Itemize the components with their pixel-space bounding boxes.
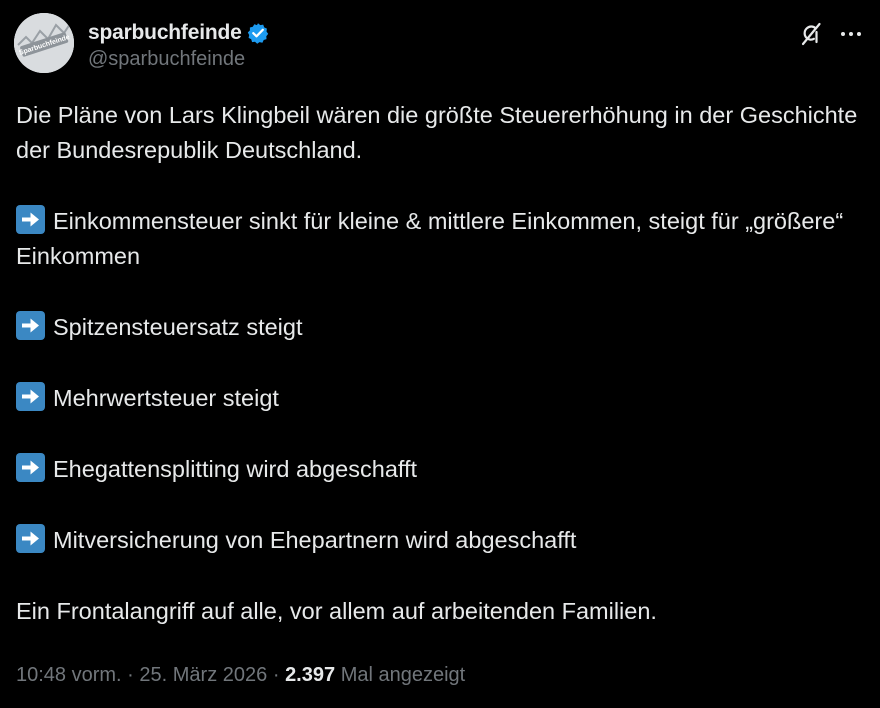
post-card: Sparbuchfeinde sparbuchfeinde @sparbuchf… [0,0,880,708]
bullet-item: Ehegattensplitting wird abgeschafft [16,452,866,487]
bullet-text: Mehrwertsteuer steigt [53,385,279,411]
bullet-text: Einkommensteuer sinkt für kleine & mittl… [16,208,844,269]
author-names: sparbuchfeinde @sparbuchfeinde [88,20,269,71]
post-intro: Die Pläne von Lars Klingbeil wären die g… [16,102,858,163]
bullet-item: Spitzensteuersatz steigt [16,310,866,345]
views-count: 2.397 [285,664,336,686]
bullet-item: Einkommensteuer sinkt für kleine & mittl… [16,204,866,274]
more-options-button[interactable] [836,19,866,49]
post-date[interactable]: 25. März 2026 [139,664,267,686]
verified-badge-icon[interactable] [247,22,269,44]
more-options-icon [841,32,861,36]
post-header: Sparbuchfeinde sparbuchfeinde @sparbuchf… [14,13,866,73]
author-handle[interactable]: @sparbuchfeinde [88,48,269,71]
arrow-right-emoji-icon [16,311,45,340]
bullet-text: Spitzensteuersatz steigt [53,314,303,340]
meta-separator: · [272,664,280,686]
post-meta: 10:48 vorm. · 25. März 2026 · 2.397 Mal … [16,664,465,687]
post-text: Die Pläne von Lars Klingbeil wären die g… [16,98,866,629]
views-label: Mal angezeigt [340,664,466,686]
display-name[interactable]: sparbuchfeinde [88,21,242,45]
bullet-item: Mitversicherung von Ehepartnern wird abg… [16,523,866,558]
arrow-right-emoji-icon [16,205,45,234]
arrow-right-emoji-icon [16,453,45,482]
arrow-right-emoji-icon [16,524,45,553]
avatar[interactable]: Sparbuchfeinde [14,13,74,73]
avatar-image: Sparbuchfeinde [14,13,74,73]
grok-button[interactable] [796,19,826,49]
bullet-text: Mitversicherung von Ehepartnern wird abg… [53,527,577,553]
display-name-row: sparbuchfeinde [88,20,269,46]
arrow-right-emoji-icon [16,382,45,411]
meta-separator: · [127,664,134,686]
bullet-item: Mehrwertsteuer steigt [16,381,866,416]
bullet-text: Ehegattensplitting wird abgeschafft [53,456,418,482]
post-time[interactable]: 10:48 vorm. [16,664,122,686]
post-closing: Ein Frontalangriff auf alle, vor allem a… [16,598,657,624]
grok-icon [801,22,821,46]
